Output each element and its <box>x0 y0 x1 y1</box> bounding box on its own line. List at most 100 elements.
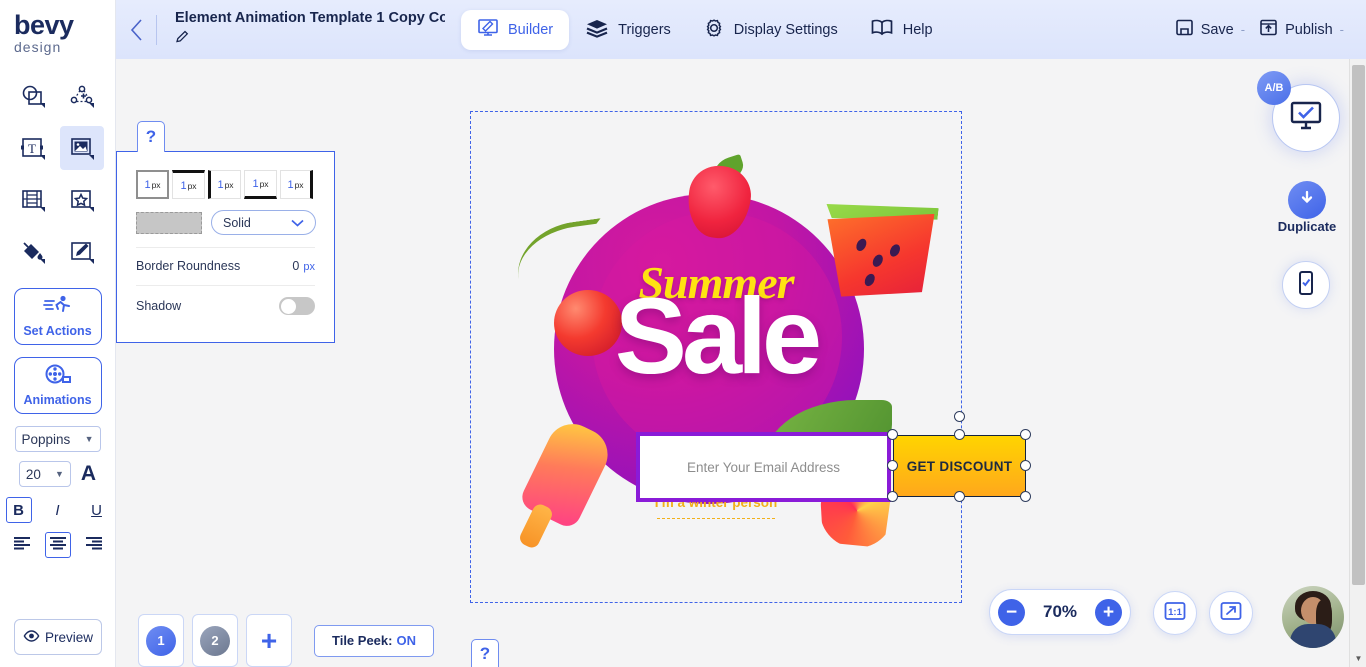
align-left-icon <box>13 536 31 555</box>
border-right-unit: px <box>294 179 304 190</box>
border-all-sides-option[interactable]: 1 px <box>136 170 169 199</box>
shape-star-tool[interactable] <box>60 178 104 222</box>
resize-handle-bottom-right[interactable] <box>1020 491 1031 502</box>
image-icon <box>69 135 95 161</box>
zoom-in-button[interactable]: + <box>1095 598 1122 626</box>
actual-size-button[interactable]: 1:1 <box>1153 591 1197 635</box>
tab-help[interactable]: Help <box>854 10 949 49</box>
plus-icon: + <box>260 624 278 656</box>
border-side-options: 1 px 1 px 1 px 1 px 1 px <box>117 152 334 199</box>
publish-dropdown-caret[interactable]: - <box>1340 22 1344 37</box>
text-tool[interactable]: T <box>11 126 55 170</box>
resize-handle-mid-left[interactable] <box>887 460 898 471</box>
tab-builder[interactable]: Builder <box>461 9 570 50</box>
header-tabs: Builder Triggers Display Settings Help <box>461 9 949 51</box>
user-avatar[interactable] <box>1282 586 1344 648</box>
shadow-toggle[interactable] <box>279 297 315 315</box>
underline-button[interactable]: U <box>84 497 110 523</box>
shadow-label: Shadow <box>136 299 182 313</box>
layers-icon <box>585 18 609 42</box>
resize-handle-mid-right[interactable] <box>1020 460 1031 471</box>
chevron-down-icon <box>291 216 304 230</box>
border-left-unit: px <box>224 179 234 190</box>
top-header: Element Animation Template 1 Copy Cop...… <box>116 0 1366 59</box>
runner-icon <box>42 295 73 322</box>
tile-peek-label: Tile Peek: <box>332 633 393 648</box>
tab-triggers[interactable]: Triggers <box>569 10 687 50</box>
resize-handle-extra-top[interactable] <box>954 411 965 422</box>
one-to-one-icon: 1:1 <box>1163 600 1187 627</box>
align-center-button[interactable] <box>44 532 71 558</box>
text-color-button[interactable]: A <box>81 462 96 486</box>
font-size-select[interactable]: 20 ▼ <box>18 461 71 487</box>
tab-triggers-label: Triggers <box>618 21 671 38</box>
resize-handle-top-right[interactable] <box>1020 429 1031 440</box>
resize-handle-bottom-center[interactable] <box>954 491 965 502</box>
zoom-out-button[interactable]: − <box>998 598 1025 626</box>
draw-tool[interactable] <box>60 230 104 274</box>
add-element-tool[interactable] <box>60 74 104 118</box>
border-line-style-select[interactable]: Solid <box>211 210 316 235</box>
preview-button[interactable]: Preview <box>14 619 102 655</box>
tile-bar: 1 2 + Tile Peek: ON <box>138 614 434 667</box>
tab-display-settings[interactable]: Display Settings <box>687 9 854 51</box>
video-tool[interactable] <box>11 178 55 222</box>
border-left-option[interactable]: 1 px <box>208 170 241 199</box>
border-bottom-value: 1 <box>252 177 259 190</box>
border-right-value: 1 <box>287 178 294 191</box>
expand-diagonal-icon <box>1219 600 1243 627</box>
scroll-down-arrow-icon[interactable]: ▼ <box>1350 650 1366 667</box>
app-root: bevy design T Set Actions Animations Pop… <box>0 0 1366 667</box>
border-help-tab[interactable]: ? <box>137 121 165 152</box>
animations-label: Animations <box>23 393 92 407</box>
align-right-button[interactable] <box>81 532 107 558</box>
border-color-swatch[interactable] <box>136 211 202 234</box>
border-left-value: 1 <box>217 178 224 191</box>
border-all-unit: px <box>151 179 161 190</box>
tile-1-button[interactable]: 1 <box>138 614 184 667</box>
avatar-body <box>1290 624 1336 648</box>
scrollbar-thumb[interactable] <box>1352 65 1365 585</box>
tile-2-button[interactable]: 2 <box>192 614 238 667</box>
border-right-option[interactable]: 1 px <box>280 170 313 199</box>
animations-button[interactable]: Animations <box>13 357 102 414</box>
font-family-select[interactable]: Poppins ▼ <box>14 426 101 452</box>
set-actions-button[interactable]: Set Actions <box>13 288 102 345</box>
mobile-preview-button[interactable] <box>1282 261 1330 309</box>
left-sidebar: bevy design T Set Actions Animations Pop… <box>0 0 116 667</box>
canvas-help-tab[interactable]: ? <box>471 639 499 667</box>
border-top-option[interactable]: 1 px <box>172 170 205 199</box>
star-icon <box>69 187 95 213</box>
vertical-scrollbar[interactable]: ▼ <box>1349 59 1366 667</box>
border-bottom-option[interactable]: 1 px <box>244 170 277 199</box>
tool-grid: T <box>0 74 115 274</box>
artboard-selection-frame[interactable]: Summer Sale I'm a winter person <box>470 111 962 603</box>
rename-document-button[interactable] <box>175 29 445 49</box>
add-tile-button[interactable]: + <box>246 614 292 667</box>
email-input-element[interactable]: Enter Your Email Address <box>636 432 891 502</box>
ab-badge[interactable]: A/B <box>1257 71 1291 105</box>
fill-tool[interactable] <box>11 230 55 274</box>
border-roundness-label: Border Roundness <box>136 259 241 273</box>
image-tool[interactable] <box>60 126 105 170</box>
resize-handle-bottom-left[interactable] <box>887 491 898 502</box>
align-left-button[interactable] <box>9 532 35 558</box>
header-actions: Save - Publish - <box>1175 18 1366 41</box>
resize-handle-top-center[interactable] <box>954 429 965 440</box>
page-title: Element Animation Template 1 Copy Cop... <box>175 10 445 26</box>
shadow-row: Shadow <box>136 285 315 315</box>
back-button[interactable] <box>116 18 156 41</box>
tile-peek-toggle[interactable]: Tile Peek: ON <box>314 624 434 657</box>
save-button[interactable]: Save - <box>1175 18 1245 41</box>
bold-button[interactable]: B <box>5 497 32 523</box>
save-dropdown-caret[interactable]: - <box>1241 22 1245 37</box>
shapes-tool[interactable] <box>11 74 55 118</box>
italic-button[interactable]: I <box>45 497 71 523</box>
get-discount-button[interactable]: GET DISCOUNT <box>893 435 1026 497</box>
duplicate-button[interactable] <box>1288 181 1326 219</box>
fit-to-screen-button[interactable] <box>1209 591 1253 635</box>
publish-button[interactable]: Publish - <box>1259 18 1344 41</box>
resize-handle-top-left[interactable] <box>887 429 898 440</box>
border-roundness-row: Border Roundness 0 px <box>136 247 315 273</box>
border-roundness-value-wrap[interactable]: 0 px <box>292 259 315 273</box>
